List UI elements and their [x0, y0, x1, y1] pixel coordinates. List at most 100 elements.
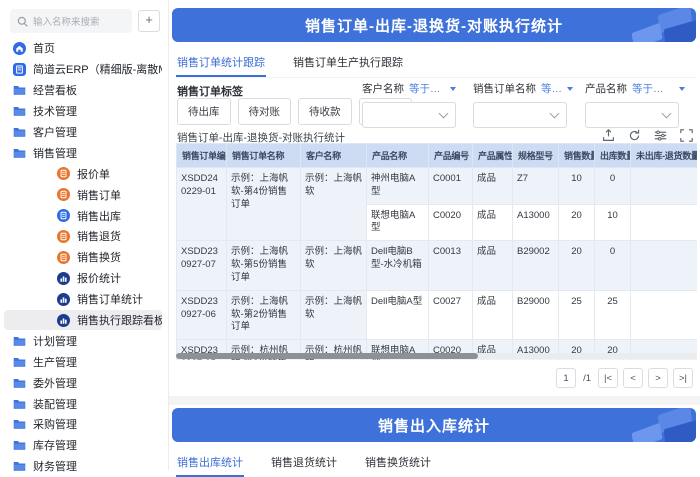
sidebar-item[interactable]: 委外管理	[4, 372, 162, 393]
filter-order-name-operator[interactable]: 等于任...	[541, 81, 561, 96]
sidebar-item[interactable]: 简道云ERP（精细版-离散MTO）「...	[4, 59, 162, 80]
sidebar-item-label: 销售退货	[77, 231, 121, 244]
tag-button[interactable]: 待对账	[237, 98, 291, 125]
cell-out_qty: 10	[594, 203, 631, 242]
column-header: 产品属性	[472, 143, 513, 168]
cell-name: 联想电脑A型	[366, 203, 429, 242]
sidebar-search-row: 输入名称来搜索 +	[10, 9, 160, 33]
sidebar-menu: 首页简道云ERP（精细版-离散MTO）「... 经营看板技术管理客户管理销售管理报…	[0, 38, 168, 477]
table-toolbar	[602, 129, 693, 142]
filter-customer-operator[interactable]: 等于任意一个	[409, 81, 444, 96]
fullscreen-icon[interactable]	[680, 129, 693, 142]
tab[interactable]: 销售退货统计	[270, 452, 338, 477]
sidebar-item[interactable]: 销售出库	[4, 205, 162, 226]
cell-sales_qty: 25	[558, 289, 595, 341]
refresh-icon[interactable]	[628, 129, 641, 142]
sidebar-item[interactable]: 客户管理	[4, 122, 162, 143]
sidebar-item-label: 采购管理	[33, 419, 77, 432]
sidebar-item-label: 委外管理	[33, 377, 77, 390]
tab[interactable]: 销售订单生产执行跟踪	[292, 52, 404, 77]
folder-icon	[13, 460, 26, 473]
sidebar-item[interactable]: 销售执行跟踪看板	[4, 309, 162, 331]
cell-order_no: XSDD230927-06	[176, 289, 227, 341]
caret-down-icon	[567, 86, 573, 91]
sidebar-item[interactable]: 销售订单	[4, 184, 162, 205]
cell-spec: Z7	[512, 167, 559, 205]
filter-customer-select[interactable]	[362, 102, 456, 128]
search-input[interactable]: 输入名称来搜索	[10, 9, 132, 33]
sidebar-item[interactable]: 财务管理	[4, 456, 162, 477]
chart-icon	[57, 271, 70, 285]
sidebar-item-label: 技术管理	[33, 106, 77, 119]
sidebar-item[interactable]: 报价单	[4, 163, 162, 184]
cell-attr: 成品	[472, 203, 513, 242]
tag-button[interactable]: 待收款	[298, 98, 352, 125]
cell-spec: B29000	[512, 289, 559, 341]
sidebar-item-label: 装配管理	[33, 398, 77, 411]
sidebar-item[interactable]: 经营看板	[4, 80, 162, 101]
cell-order_no: XSDD240229-01	[176, 166, 227, 242]
sidebar-item[interactable]: 库存管理	[4, 435, 162, 456]
sidebar-item[interactable]: 计划管理	[4, 330, 162, 351]
folder-icon	[13, 418, 26, 431]
sidebar-item[interactable]: 首页	[4, 38, 162, 59]
sidebar-item-label: 销售订单	[77, 189, 121, 202]
table-row[interactable]: XSDD230927-06 示例：上海帆软-第2份销售订单 示例：上海帆软 Dell电…	[176, 289, 697, 341]
last-page-button[interactable]: >|	[673, 368, 693, 388]
cell-sales_qty: 20	[558, 240, 595, 291]
sidebar-item[interactable]: 销售退货	[4, 226, 162, 247]
filter-product-operator[interactable]: 等于任意一个	[632, 81, 673, 96]
search-placeholder: 输入名称来搜索	[33, 17, 100, 28]
sidebar-item-label: 客户管理	[33, 127, 77, 139]
sidebar-item[interactable]: 报价统计	[4, 268, 162, 289]
cell-out_qty: 0	[594, 240, 631, 291]
horizontal-scrollbar[interactable]	[176, 353, 697, 359]
sidebar-item-label: 销售订单统计	[77, 294, 143, 307]
filter-customer-label: 客户名称	[362, 83, 404, 95]
tab[interactable]: 销售出库统计	[176, 452, 244, 477]
tab[interactable]: 销售订单统计跟踪	[176, 52, 266, 77]
folder-icon	[13, 334, 26, 347]
sidebar-item[interactable]: 销售订单统计	[4, 289, 162, 310]
cell-code: C0020	[428, 203, 473, 242]
filter-product-label: 产品名称	[585, 83, 627, 95]
cell-name: 神州电脑A型	[366, 167, 429, 205]
column-header: 产品编号	[428, 143, 473, 168]
add-button[interactable]: +	[138, 10, 160, 32]
section-divider	[169, 396, 700, 405]
sidebar-item-label: 财务管理	[33, 461, 77, 474]
home-icon	[13, 41, 26, 55]
filter-product-select[interactable]	[585, 102, 679, 128]
sidebar-item[interactable]: 销售管理	[4, 142, 162, 163]
column-header: 销售订单名称	[226, 143, 301, 168]
cell-code: C0027	[428, 289, 473, 341]
export-icon[interactable]	[602, 129, 615, 142]
order-tag-label: 销售订单标签	[177, 86, 243, 98]
sidebar-item[interactable]: 销售换货	[4, 247, 162, 268]
prev-page-button[interactable]: <	[623, 368, 643, 388]
tab[interactable]: 销售换货统计	[364, 452, 432, 477]
sidebar-item[interactable]: 技术管理	[4, 101, 162, 122]
sidebar-item[interactable]: 生产管理	[4, 351, 162, 372]
table-row[interactable]: XSDD240229-01 示例：上海帆软-第4份销售订单 示例：上海帆软 神州电脑A…	[176, 166, 697, 242]
folder-icon	[13, 439, 26, 452]
sidebar-item[interactable]: 装配管理	[4, 393, 162, 414]
filter-order-name-select[interactable]	[473, 102, 567, 128]
first-page-button[interactable]: |<	[598, 368, 618, 388]
column-header: 销售数量	[558, 143, 595, 168]
cell-name: Dell电脑A型	[366, 289, 429, 341]
sidebar-item[interactable]: 采购管理	[4, 414, 162, 435]
cell-sales_qty: 10	[558, 167, 595, 205]
column-settings-icon[interactable]	[654, 129, 667, 142]
tag-button[interactable]: 待出库	[177, 98, 231, 125]
sidebar-item-label: 生产管理	[33, 356, 77, 369]
scrollbar-thumb[interactable]	[176, 353, 479, 359]
cell-out_qty: 25	[594, 289, 631, 341]
cell-pending_qty	[630, 167, 697, 205]
cell-order_no: XSDD230927-07	[176, 240, 227, 291]
page-number[interactable]: 1	[556, 368, 577, 388]
next-page-button[interactable]: >	[648, 368, 668, 388]
cell-pending_qty	[630, 289, 697, 341]
table-row[interactable]: XSDD230927-07 示例：上海帆软-第5份销售订单 示例：上海帆软 Dell电…	[176, 240, 697, 291]
chart-icon	[57, 313, 70, 327]
